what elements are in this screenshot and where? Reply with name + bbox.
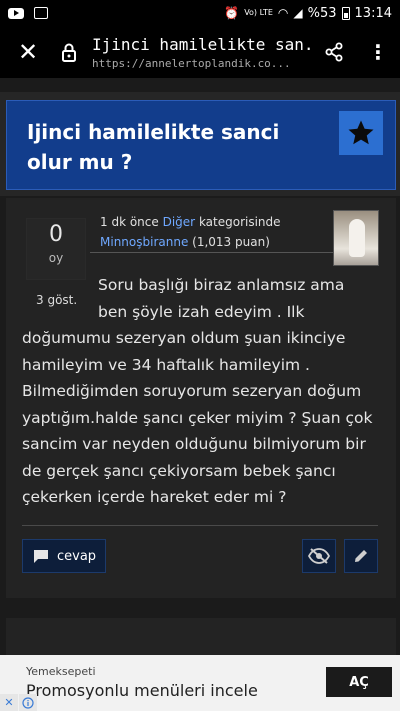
body-line: hamileyim ve 34 haftalık hamileyim .	[22, 355, 310, 374]
meta-divider	[90, 252, 334, 253]
vote-unit: oy	[48, 251, 64, 265]
body-line: yaptığım.halde şancı çeker miyim ? Şuan …	[22, 408, 373, 427]
body-line: Soru başlığı biraz anlamsız ama	[98, 276, 345, 294]
close-icon[interactable]: ✕	[0, 26, 56, 78]
pencil-icon	[355, 550, 367, 562]
image-notification-icon	[34, 7, 48, 19]
more-vert-icon[interactable]: ⋮	[356, 26, 400, 78]
alarm-icon: ⏰	[224, 6, 240, 20]
battery-icon	[341, 6, 350, 20]
status-bar: ⏰ Vo) LTE ◠ ◢ %53 13:14	[0, 0, 400, 26]
body-line: ben şöyle izah edeyim . Ilk	[98, 302, 305, 321]
ad-banner[interactable]: Yemeksepeti Promosyonlu menüleri incele …	[0, 655, 400, 711]
body-line: de gerçek şancı çekiyorsam bebek şancı	[22, 461, 336, 480]
battery-percent: %53	[307, 5, 337, 21]
page-url: https://annelertoplandik.co...	[92, 56, 291, 70]
volte-icon: Vo) LTE	[244, 8, 273, 17]
author-points: (1,013 puan)	[192, 235, 270, 249]
category-suffix: kategorisinde	[198, 215, 281, 229]
question-post: 0 oy 3 göst. 1 dk önce Diğer kategorisin…	[6, 198, 396, 598]
post-time: 1 dk önce	[100, 215, 159, 229]
signal-icon: ◢	[293, 6, 303, 20]
edit-button[interactable]	[344, 539, 378, 573]
comment-icon	[34, 549, 48, 563]
favorite-star-icon[interactable]	[339, 111, 383, 155]
address-bar[interactable]: Ijinci hamilelikte san... https://annele…	[82, 35, 312, 70]
body-line: sancim var neyden olduğunu bilmiyorum bi…	[22, 435, 366, 453]
question-title: Ijinci hamilelikte sanci olur mu ?	[27, 120, 280, 174]
eye-off-icon	[308, 548, 330, 564]
ad-text[interactable]: Promosyonlu menüleri incele	[26, 681, 258, 700]
hide-button[interactable]	[302, 539, 336, 573]
ad-info-icon[interactable]	[19, 694, 37, 711]
question-header: Ijinci hamilelikte sanci olur mu ?	[0, 92, 400, 196]
reply-button[interactable]: cevap	[22, 539, 106, 573]
wifi-icon: ◠	[277, 6, 289, 20]
body-divider	[22, 525, 378, 526]
body-line: çekerken içerde hareket eder mi ?	[22, 488, 287, 506]
share-icon[interactable]	[312, 26, 356, 78]
reply-label: cevap	[57, 548, 97, 564]
ad-open-button[interactable]: AÇ	[326, 667, 392, 697]
ad-brand: Yemeksepeti	[26, 665, 96, 678]
vote-box[interactable]: 0 oy	[26, 218, 86, 280]
question-meta: 1 dk önce Diğer kategorisinde Minnoşbira…	[100, 212, 281, 252]
browser-toolbar: ✕ Ijinci hamilelikte san... https://anne…	[0, 26, 400, 78]
lock-icon[interactable]	[56, 26, 82, 78]
avatar[interactable]	[333, 210, 379, 266]
page-title: Ijinci hamilelikte san...	[92, 34, 312, 54]
body-line: doğumumu sezeryan oldum şuan ikinciye	[22, 329, 346, 347]
vote-count: 0	[49, 222, 63, 247]
body-line: Bilmediğimden soruyorum sezeryan doğum	[22, 382, 362, 400]
question-title-card: Ijinci hamilelikte sanci olur mu ?	[6, 100, 396, 190]
clock: 13:14	[354, 5, 392, 21]
author-link[interactable]: Minnoşbiranne	[100, 235, 188, 249]
ad-close-icon[interactable]: ✕	[0, 694, 18, 711]
youtube-notification-icon	[8, 7, 24, 19]
category-link[interactable]: Diğer	[163, 215, 196, 229]
question-body: Soru başlığı biraz anlamsız ama ben şöyl…	[22, 272, 382, 511]
